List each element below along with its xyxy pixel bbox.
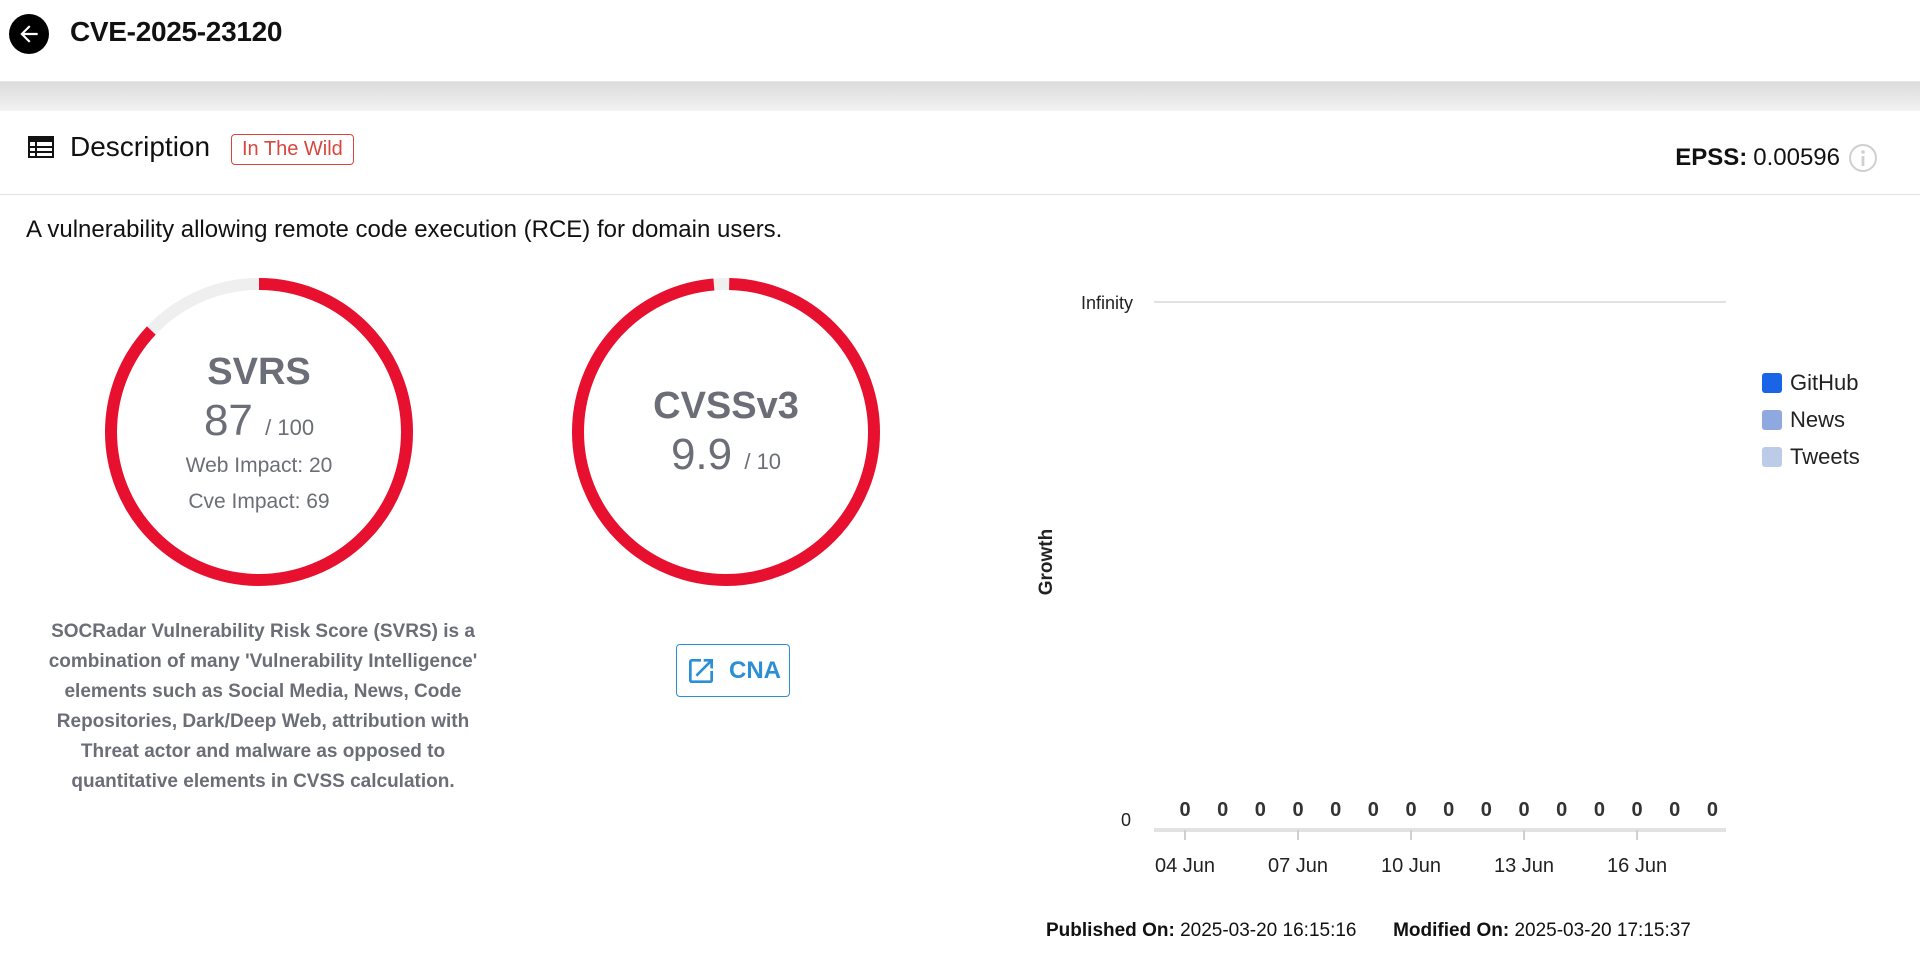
description-header: Description In The Wild EPSS: 0.00596	[0, 111, 1920, 195]
data-label: 0	[1330, 799, 1341, 821]
data-label: 0	[1481, 799, 1492, 821]
x-tick-label: 04 Jun	[1155, 855, 1215, 877]
data-label: 0	[1443, 799, 1454, 821]
modified-value: 2025-03-20 17:15:37	[1514, 920, 1691, 941]
data-label: 0	[1255, 799, 1266, 821]
legend-item-tweets[interactable]: Tweets	[1762, 438, 1860, 475]
growth-chart: Growth Infinity 0 04 Jun 07 Jun 10 Jun 13 Jun…	[1036, 293, 1726, 877]
svrs-score: 87 / 100	[203, 395, 315, 445]
cvss-label: CVSSv3	[653, 384, 799, 427]
legend-swatch	[1762, 409, 1782, 430]
divider-bar	[0, 82, 1920, 111]
cve-impact: Cve Impact: 69	[188, 489, 330, 513]
web-impact: Web Impact: 20	[185, 453, 333, 477]
legend-label: GitHub	[1790, 369, 1859, 395]
x-tick-label: 13 Jun	[1494, 855, 1554, 877]
data-label: 0	[1217, 799, 1228, 821]
data-label: 0	[1292, 799, 1303, 821]
data-label: 0	[1518, 799, 1529, 821]
cna-button[interactable]: CNA	[676, 644, 790, 697]
info-icon[interactable]	[1848, 143, 1878, 173]
arrow-left-icon	[20, 25, 38, 43]
external-link-icon	[689, 658, 713, 683]
svrs-description: SOCRadar Vulnerability Risk Score (SVRS)…	[48, 621, 478, 792]
list-icon	[28, 136, 54, 158]
x-tick-label: 16 Jun	[1607, 855, 1667, 877]
page-title: CVE-2025-23120	[70, 16, 283, 47]
cna-label: CNA	[729, 656, 781, 684]
legend-label: Tweets	[1790, 443, 1860, 469]
cvss-gauge: CVSSv3 9.9 / 10	[571, 277, 881, 587]
data-label: 0	[1556, 799, 1567, 821]
epss-value: 0.00596	[1753, 144, 1840, 171]
published-value: 2025-03-20 16:15:16	[1180, 920, 1357, 941]
data-label: 0	[1179, 799, 1190, 821]
top-bar: CVE-2025-23120	[0, 0, 1920, 82]
modified-label: Modified On:	[1393, 920, 1510, 941]
svrs-gauge: SVRS 87 / 100 Web Impact: 20 Cve Impact:…	[104, 277, 414, 587]
published-label: Published On:	[1046, 920, 1175, 941]
x-tick-label: 07 Jun	[1268, 855, 1328, 877]
legend-label: News	[1790, 406, 1846, 432]
y-tick-label: Infinity	[1081, 293, 1133, 313]
description-title: Description	[70, 131, 211, 162]
data-label: 0	[1707, 799, 1718, 821]
y-axis-label: Growth	[1036, 529, 1057, 596]
y-tick-label: 0	[1121, 810, 1131, 830]
x-tick-label: 10 Jun	[1381, 855, 1441, 877]
data-label: 0	[1669, 799, 1680, 821]
data-label: 0	[1631, 799, 1642, 821]
chart-legend: GitHub News Tweets	[1762, 364, 1860, 475]
legend-item-github[interactable]: GitHub	[1762, 364, 1860, 401]
svrs-label: SVRS	[207, 350, 311, 393]
data-label: 0	[1405, 799, 1416, 821]
legend-swatch	[1762, 372, 1782, 393]
description-text: A vulnerability allowing remote code exe…	[26, 216, 783, 243]
in-the-wild-badge: In The Wild	[231, 134, 354, 165]
cvss-score: 9.9 / 10	[670, 429, 782, 479]
legend-swatch	[1762, 446, 1782, 467]
back-button[interactable]	[9, 14, 49, 54]
data-label: 0	[1368, 799, 1379, 821]
epss-label: EPSS:	[1675, 144, 1748, 171]
footer-dates: Published On: 2025-03-20 16:15:16 Modifi…	[1046, 920, 1691, 942]
epss-score: EPSS: 0.00596	[1675, 143, 1878, 173]
legend-item-news[interactable]: News	[1762, 401, 1860, 438]
data-label: 0	[1594, 799, 1605, 821]
